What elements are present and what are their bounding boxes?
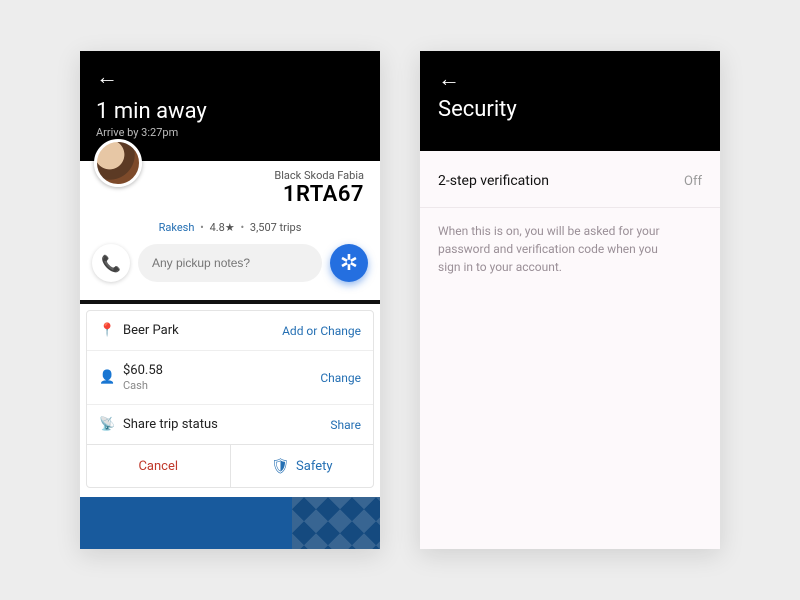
destination-label: Beer Park bbox=[123, 323, 179, 338]
security-body: 2-step verification Off When this is on,… bbox=[420, 151, 720, 549]
safety-button[interactable]: 🛡 Safety bbox=[230, 445, 374, 487]
phone-icon: 📞 bbox=[101, 254, 121, 273]
cancel-label: Cancel bbox=[138, 459, 178, 474]
fare-amount: $60.58 bbox=[123, 363, 163, 378]
setting-state: Off bbox=[684, 174, 702, 189]
change-payment-link[interactable]: Change bbox=[320, 371, 361, 385]
fare-row: 👤 $60.58 Cash Change bbox=[87, 350, 373, 404]
trip-details-card: 📍 Beer Park Add or Change 👤 $60.58 Cash … bbox=[86, 310, 374, 488]
person-icon: 👤 bbox=[99, 370, 115, 385]
driver-trip-count: 3,507 trips bbox=[250, 221, 301, 234]
safety-label: Safety bbox=[296, 459, 332, 474]
two-step-verification-row[interactable]: 2-step verification Off bbox=[420, 151, 720, 208]
security-settings-screen: ← Security 2-step verification Off When … bbox=[420, 51, 720, 549]
pickup-notes-input[interactable] bbox=[138, 244, 322, 282]
arrive-by: Arrive by 3:27pm bbox=[96, 126, 364, 139]
payment-method: Cash bbox=[123, 379, 163, 392]
security-header: ← Security bbox=[420, 51, 720, 151]
driver-name: Rakesh bbox=[159, 221, 195, 234]
share-trip-link[interactable]: Share bbox=[330, 418, 361, 432]
shield-icon: 🛡 bbox=[271, 457, 290, 475]
change-destination-link[interactable]: Add or Change bbox=[282, 324, 361, 338]
destination-row: 📍 Beer Park Add or Change bbox=[87, 311, 373, 350]
setting-description: When this is on, you will be asked for y… bbox=[420, 208, 680, 290]
avatar-image bbox=[94, 139, 142, 187]
setting-label: 2-step verification bbox=[438, 173, 549, 189]
footer-pattern bbox=[292, 497, 380, 549]
ride-status-screen: ← 1 min away Arrive by 3:27pm 🚗 Black Sk… bbox=[80, 51, 380, 549]
spotlight-button[interactable]: ✲ bbox=[330, 244, 368, 282]
call-driver-button[interactable]: 📞 bbox=[92, 244, 130, 282]
driver-avatar[interactable]: 🚗 bbox=[94, 139, 142, 187]
footer-banner bbox=[80, 497, 380, 549]
status-title: 1 min away bbox=[96, 99, 364, 124]
back-icon[interactable]: ← bbox=[96, 67, 118, 89]
driver-card: 🚗 Black Skoda Fabia 1RTA67 Rakesh • 4.8★… bbox=[80, 161, 380, 304]
page-title: Security bbox=[438, 97, 702, 122]
back-icon[interactable]: ← bbox=[438, 69, 460, 91]
cancel-button[interactable]: Cancel bbox=[87, 445, 230, 487]
share-label: Share trip status bbox=[123, 417, 218, 432]
driver-meta: Rakesh • 4.8★ • 3,507 trips bbox=[92, 221, 368, 234]
driver-rating: 4.8★ bbox=[210, 221, 235, 234]
share-row: 📡 Share trip status Share bbox=[87, 404, 373, 444]
pin-icon: 📍 bbox=[99, 323, 115, 338]
share-icon: 📡 bbox=[99, 417, 115, 432]
spotlight-icon: ✲ bbox=[340, 251, 358, 276]
